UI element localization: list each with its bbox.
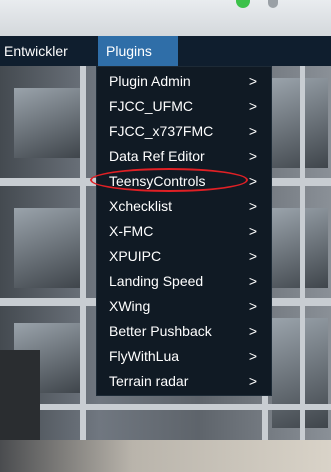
menu-item-flywithlua[interactable]: FlyWithLua > bbox=[97, 344, 271, 369]
menu-item-fjcc-ufmc[interactable]: FJCC_UFMC > bbox=[97, 94, 271, 119]
submenu-arrow-icon: > bbox=[248, 323, 257, 339]
submenu-arrow-icon: > bbox=[248, 73, 257, 89]
menu-item-label: XWing bbox=[109, 298, 151, 314]
menu-item-label: Better Pushback bbox=[109, 323, 212, 339]
menu-item-data-ref-editor[interactable]: Data Ref Editor > bbox=[97, 144, 271, 169]
menu-item-label: Landing Speed bbox=[109, 273, 204, 289]
submenu-arrow-icon: > bbox=[248, 273, 257, 289]
submenu-arrow-icon: > bbox=[248, 98, 257, 114]
submenu-arrow-icon: > bbox=[248, 148, 257, 164]
green-light bbox=[236, 0, 250, 8]
menu-plugins[interactable]: Plugins bbox=[98, 36, 178, 66]
submenu-arrow-icon: > bbox=[248, 223, 257, 239]
menu-bar: Entwickler Plugins bbox=[0, 36, 331, 66]
menu-item-label: XPUIPC bbox=[109, 248, 162, 264]
submenu-arrow-icon: > bbox=[248, 123, 257, 139]
sky-area bbox=[0, 0, 331, 36]
menu-item-label: Data Ref Editor bbox=[109, 148, 205, 164]
menu-item-landing-speed[interactable]: Landing Speed > bbox=[97, 269, 271, 294]
grey-light bbox=[268, 0, 278, 8]
menu-entwickler[interactable]: Entwickler bbox=[0, 36, 76, 66]
submenu-arrow-icon: > bbox=[248, 298, 257, 314]
annotation-ellipse bbox=[90, 168, 248, 192]
submenu-arrow-icon: > bbox=[248, 348, 257, 364]
menu-item-label: FJCC_UFMC bbox=[109, 98, 193, 114]
menu-item-xwing[interactable]: XWing > bbox=[97, 294, 271, 319]
menu-item-label: Terrain radar bbox=[109, 373, 189, 389]
menu-item-x-fmc[interactable]: X-FMC > bbox=[97, 219, 271, 244]
submenu-arrow-icon: > bbox=[248, 173, 257, 189]
menu-item-plugin-admin[interactable]: Plugin Admin > bbox=[97, 69, 271, 94]
plugins-dropdown: Plugin Admin > FJCC_UFMC > FJCC_x737FMC … bbox=[96, 66, 272, 396]
menu-item-xchecklist[interactable]: Xchecklist > bbox=[97, 194, 271, 219]
menu-item-fjcc-x737fmc[interactable]: FJCC_x737FMC > bbox=[97, 119, 271, 144]
submenu-arrow-icon: > bbox=[248, 198, 257, 214]
menu-item-label: Plugin Admin bbox=[109, 73, 191, 89]
menu-item-label: X-FMC bbox=[109, 223, 154, 239]
menu-item-label: FJCC_x737FMC bbox=[109, 123, 214, 139]
menu-item-label: FlyWithLua bbox=[109, 348, 180, 364]
menu-item-better-pushback[interactable]: Better Pushback > bbox=[97, 319, 271, 344]
menu-item-terrain-radar[interactable]: Terrain radar > bbox=[97, 369, 271, 394]
submenu-arrow-icon: > bbox=[248, 373, 257, 389]
submenu-arrow-icon: > bbox=[248, 248, 257, 264]
menu-item-label: Xchecklist bbox=[109, 198, 173, 214]
menu-item-xpuipc[interactable]: XPUIPC > bbox=[97, 244, 271, 269]
hangar-floor bbox=[0, 440, 331, 472]
